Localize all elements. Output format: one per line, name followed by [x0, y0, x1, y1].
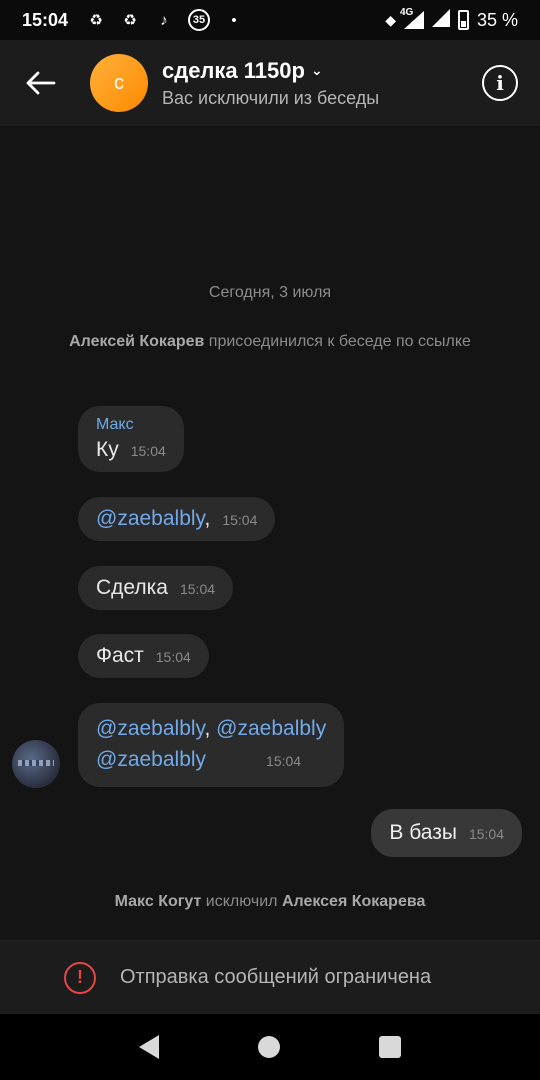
date-separator: Сегодня, 3 июля: [208, 284, 332, 301]
status-right: ◆ 4G 35 %: [385, 7, 518, 32]
sync-icon: ♻: [89, 12, 103, 29]
notification-count-badge: 35: [188, 9, 211, 31]
system-join-name: Алексей Кокарев: [69, 333, 205, 350]
battery-icon: [457, 10, 469, 30]
mention-link[interactable]: @zaebalbly: [216, 717, 326, 740]
arrow-left-icon: [26, 71, 56, 95]
message-text: В базы: [389, 821, 457, 844]
message-time: 15:04: [130, 443, 166, 459]
network-type: 4G: [399, 7, 414, 18]
back-button[interactable]: [0, 40, 82, 126]
restriction-bar: ! Отправка сообщений ограничена: [0, 940, 540, 1014]
notification-icons: ♻ ♻ ♪ 35 •: [86, 9, 244, 31]
system-join-text: присоединился к беседе по ссылке: [208, 333, 471, 350]
mention-link[interactable]: @zaebalbly: [96, 717, 205, 740]
sound-icon: ◆: [385, 11, 396, 28]
warning-icon: !: [64, 961, 96, 994]
system-nav-bar: [0, 1014, 540, 1080]
message-list[interactable]: Сегодня, 3 июля Алексей Кокарев присоеди…: [0, 126, 540, 940]
signal-icon: 4G: [400, 7, 424, 29]
chat-avatar[interactable]: с: [90, 54, 148, 112]
message-bubble[interactable]: Фаст 15:04: [78, 634, 209, 678]
user-avatar[interactable]: [12, 740, 60, 788]
message-text: ,: [204, 507, 211, 530]
message-bubble[interactable]: @zaebalbly, 15:04: [78, 497, 276, 541]
chat-title-row[interactable]: сделка 1150р ⌄: [162, 58, 482, 84]
chat-header-text[interactable]: сделка 1150р ⌄ Вас исключили из беседы: [162, 58, 482, 109]
message-bubble[interactable]: Сделка 15:04: [78, 566, 234, 610]
message-time: 15:04: [266, 753, 302, 769]
message-time: 15:04: [222, 512, 258, 528]
system-message-kick: Макс Когут исключил Алексея Кокарева: [60, 890, 480, 913]
status-time: 15:04: [22, 9, 69, 30]
sync-icon-2: ♻: [123, 12, 137, 29]
battery-percent: 35 %: [476, 9, 518, 30]
restriction-text: Отправка сообщений ограничена: [120, 966, 432, 988]
message-text: ,: [204, 717, 217, 740]
nav-home-icon[interactable]: [257, 1036, 280, 1058]
mention-link[interactable]: @zaebalbly: [96, 748, 206, 771]
nav-recents-icon[interactable]: [378, 1036, 401, 1058]
message-bubble[interactable]: @zaebalbly, @zaebalbly @zaebalbly 15:04: [78, 703, 345, 787]
message-time: 15:04: [468, 826, 504, 842]
message-sender[interactable]: Макс: [96, 416, 166, 434]
message-text: Фаст: [96, 644, 144, 667]
system-kick-actor: Макс Когут: [114, 893, 202, 910]
tiktok-icon: ♪: [160, 11, 168, 29]
chat-subtitle: Вас исключили из беседы: [162, 87, 380, 108]
chat-header: с сделка 1150р ⌄ Вас исключили из беседы…: [0, 40, 540, 126]
chat-title: сделка 1150р: [162, 57, 305, 83]
info-icon: i: [496, 71, 504, 95]
outgoing-message-bubble[interactable]: В базы 15:04: [371, 809, 522, 857]
system-kick-action: исключил: [205, 893, 278, 910]
message-bubble[interactable]: Макс Ку 15:04: [78, 406, 184, 472]
mention-link[interactable]: @zaebalbly: [96, 507, 205, 530]
dot-icon: •: [231, 11, 237, 29]
info-button[interactable]: i: [482, 65, 518, 101]
message-text: Ку: [96, 438, 119, 461]
chevron-down-icon: ⌄: [310, 62, 323, 78]
system-message-join: Алексей Кокарев присоединился к беседе п…: [60, 330, 480, 353]
message-text: Сделка: [96, 576, 168, 599]
system-kick-target: Алексея Кокарева: [281, 893, 426, 910]
message-time: 15:04: [155, 649, 191, 665]
nav-back-icon[interactable]: [139, 1035, 160, 1059]
message-time: 15:04: [179, 581, 216, 597]
signal-icon-2: [431, 8, 450, 32]
status-bar: 15:04 ♻ ♻ ♪ 35 • ◆ 4G 35 %: [0, 0, 540, 40]
